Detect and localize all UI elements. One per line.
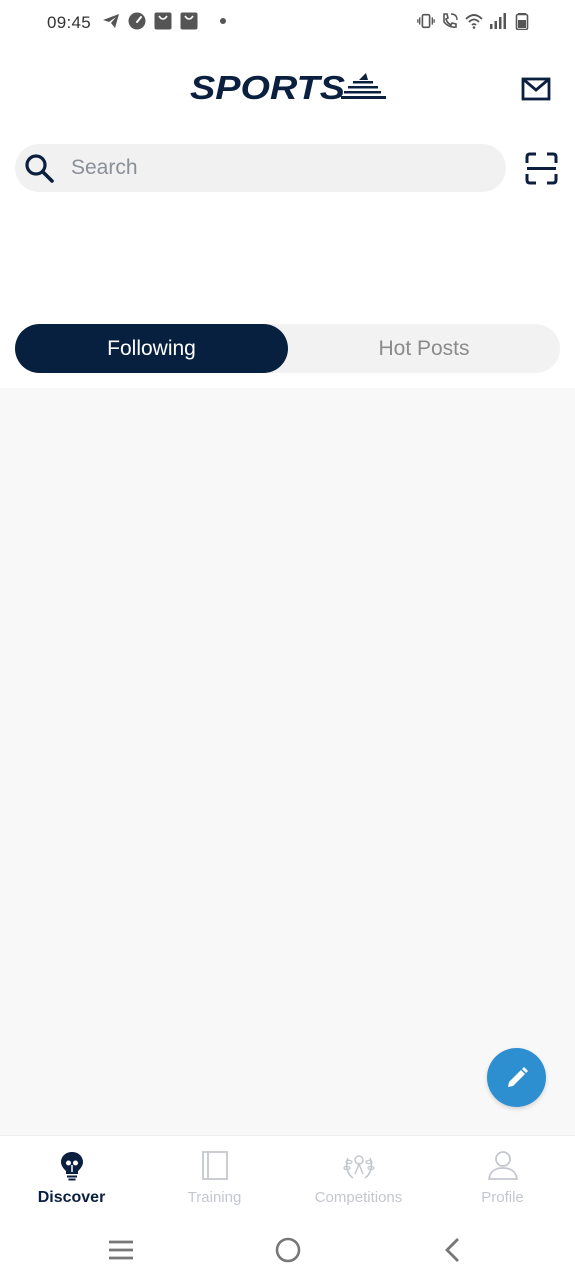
tab-following-label: Following (107, 336, 196, 360)
speedometer-icon (128, 12, 146, 30)
person-icon (487, 1151, 518, 1180)
lightbulb-icon (60, 1152, 83, 1181)
back-icon[interactable] (437, 1234, 469, 1266)
pencil-icon (507, 1066, 528, 1087)
status-bar: 09:45 (0, 0, 575, 48)
feed-tabs: Following Hot Posts (15, 324, 560, 373)
app-header: SPORTS (0, 60, 575, 120)
tab-hot-posts-label: Hot Posts (378, 336, 470, 360)
notebook-icon (201, 1151, 228, 1180)
signal-icon (490, 13, 506, 29)
laurel-icon (342, 1155, 375, 1179)
home-icon[interactable] (272, 1234, 304, 1266)
wifi-call-icon (443, 13, 458, 28)
system-nav-bar (0, 1220, 575, 1280)
feed-content[interactable] (0, 388, 575, 1135)
mail-icon[interactable] (521, 76, 551, 102)
nav-profile-label: Profile (481, 1189, 524, 1206)
scan-icon[interactable] (524, 151, 559, 186)
nav-training[interactable]: Training (143, 1136, 286, 1221)
status-left-icons (102, 12, 232, 30)
bottom-nav: Discover Training Competitions Profile (0, 1135, 575, 1220)
recent-apps-icon[interactable] (105, 1234, 137, 1266)
shopping-bag-icon (180, 12, 198, 30)
wifi-icon (465, 14, 483, 29)
vibrate-icon (417, 13, 435, 29)
nav-discover-label: Discover (37, 1189, 106, 1206)
sports-logo: SPORTS (190, 70, 386, 106)
tab-following[interactable]: Following (15, 324, 288, 373)
compose-button[interactable] (487, 1048, 546, 1107)
shopping-bag-icon (154, 12, 172, 30)
nav-competitions-label: Competitions (314, 1189, 403, 1206)
telegram-icon (103, 14, 119, 28)
nav-training-label: Training (187, 1189, 242, 1206)
status-right-icons (417, 12, 531, 30)
status-time: 09:45 (47, 13, 92, 32)
dot-icon (220, 18, 226, 24)
search-icon (25, 154, 54, 183)
battery-icon (515, 13, 529, 30)
nav-discover[interactable]: Discover (0, 1136, 143, 1221)
search-input[interactable] (71, 144, 491, 192)
logo-text: SPORTS (190, 70, 345, 106)
nav-competitions[interactable]: Competitions (287, 1136, 430, 1221)
tab-hot-posts[interactable]: Hot Posts (288, 324, 560, 373)
nav-profile[interactable]: Profile (431, 1136, 574, 1221)
search-bar[interactable] (15, 144, 506, 192)
